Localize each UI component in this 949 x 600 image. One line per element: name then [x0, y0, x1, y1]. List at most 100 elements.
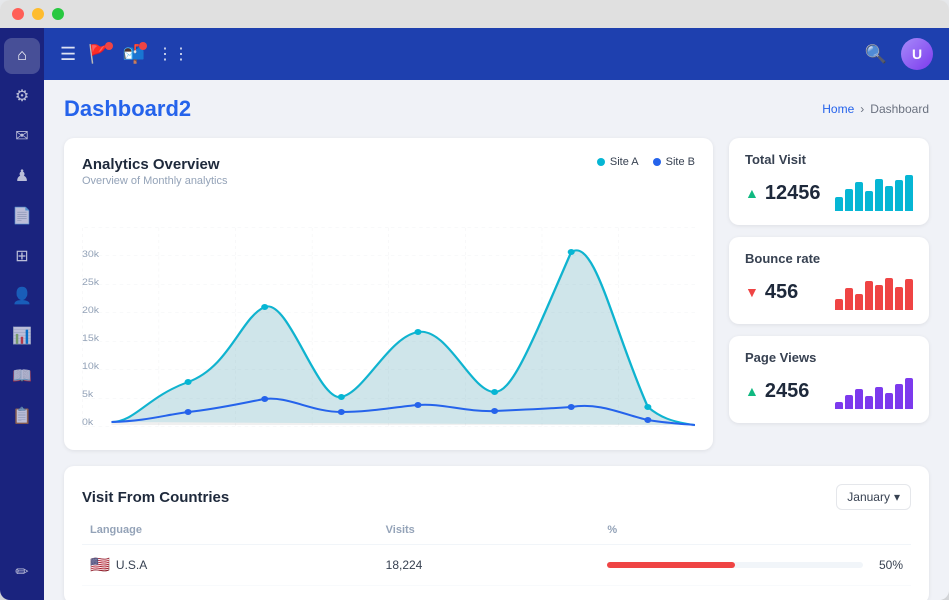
mini-bar-1	[835, 197, 843, 211]
chevron-down-icon: ▾	[894, 490, 900, 504]
mail-icon[interactable]: ✉	[4, 118, 40, 154]
mini-bar-3	[855, 182, 863, 211]
main-cards-row: Analytics Overview Overview of Monthly a…	[64, 138, 929, 450]
legend-site-b: Site B	[653, 156, 695, 168]
nav-flag-mail[interactable]: 📬	[123, 44, 145, 65]
document-icon[interactable]: 📄	[4, 198, 40, 234]
analytics-svg: 0k 5k 10k 15k 20k 25k 30k 1 2 3	[82, 227, 695, 427]
point-b-5	[414, 402, 421, 408]
svg-text:0k: 0k	[82, 418, 93, 427]
breadcrumb-home[interactable]: Home	[822, 102, 854, 116]
minimize-button[interactable]	[32, 8, 44, 20]
page-content: Dashboard2 Home › Dashboard Analytics Ov…	[44, 80, 949, 600]
col-header-language: Language	[90, 524, 386, 536]
stats-column: Total Visit ▲ 12456	[729, 138, 929, 450]
nav-flag-red[interactable]: 🚩	[88, 44, 110, 65]
percent-col-usa: 50%	[607, 558, 903, 572]
book-icon[interactable]: 📖	[4, 358, 40, 394]
mini-bar-b5	[875, 285, 883, 310]
breadcrumb-current: Dashboard	[870, 102, 929, 116]
mini-bar-b4	[865, 281, 873, 310]
stat-card-bounce-rate: Bounce rate ▼ 456	[729, 237, 929, 324]
point-b-8	[644, 417, 651, 423]
point-a-8	[644, 404, 651, 410]
sidebar: ⌂ ⚙ ✉ ♟ 📄 ⊞ 👤 📊 📖 📋 ✏	[0, 28, 44, 600]
stat-card-page-views: Page Views ▲ 2456	[729, 336, 929, 423]
mini-bar-b1	[835, 299, 843, 310]
user-avatar[interactable]: U	[901, 38, 933, 70]
apps-icon[interactable]: ⋮⋮	[157, 44, 189, 64]
point-a-3	[261, 304, 268, 310]
chart-icon[interactable]: 📊	[4, 318, 40, 354]
chart-legend: Site A Site B	[597, 156, 695, 168]
point-b-6	[491, 408, 498, 414]
stat-value-page-views: 2456	[765, 380, 810, 403]
legend-label-a: Site A	[610, 156, 639, 168]
breadcrumb-separator: ›	[860, 102, 864, 116]
point-b-3	[261, 396, 268, 402]
stat-label-page-views: Page Views	[745, 350, 913, 365]
chart-svg-area: 0k 5k 10k 15k 20k 25k 30k 1 2 3	[82, 227, 695, 432]
badge-dot-red	[105, 42, 113, 50]
percent-value-usa: 50%	[879, 558, 903, 572]
point-b-2	[185, 409, 192, 415]
svg-text:10k: 10k	[82, 362, 99, 372]
mini-bar-b8	[905, 279, 913, 310]
svg-text:15k: 15k	[82, 334, 99, 344]
stat-row-bounce-rate: ▼ 456	[745, 274, 913, 310]
mini-bar-b7	[895, 287, 903, 310]
mini-bar-v1	[835, 402, 843, 409]
table-column-headers: Language Visits %	[82, 524, 911, 545]
close-button[interactable]	[12, 8, 24, 20]
mini-bars-views	[835, 373, 913, 409]
mini-bar-v7	[895, 384, 903, 409]
visits-usa: 18,224	[386, 558, 608, 572]
mini-bar-v5	[875, 387, 883, 409]
grid-icon[interactable]: ⊞	[4, 238, 40, 274]
svg-text:25k: 25k	[82, 278, 99, 288]
month-select[interactable]: January ▾	[836, 484, 911, 510]
point-a-7	[568, 249, 575, 255]
country-name-usa: 🇺🇸 U.S.A	[90, 555, 386, 575]
progress-bar-usa	[607, 562, 735, 568]
stat-arrow-down-bounce: ▼	[745, 284, 759, 300]
maximize-button[interactable]	[52, 8, 64, 20]
table-header-row: Visit From Countries January ▾	[82, 484, 911, 510]
mini-bar-v3	[855, 389, 863, 409]
table-row: 🇺🇸 U.S.A 18,224 50%	[82, 545, 911, 586]
stat-value-bounce-rate: 456	[765, 281, 798, 304]
report-icon[interactable]: 📋	[4, 398, 40, 434]
point-a-6	[491, 389, 498, 395]
legend-dot-a	[597, 158, 605, 166]
stat-row-page-views: ▲ 2456	[745, 373, 913, 409]
progress-bar-wrap-usa	[607, 562, 863, 568]
mini-bar-v6	[885, 393, 893, 409]
svg-text:5k: 5k	[82, 390, 93, 400]
country-label-usa: U.S.A	[116, 558, 147, 572]
countries-table-card: Visit From Countries January ▾ Language …	[64, 466, 929, 600]
point-b-4	[338, 409, 345, 415]
mini-bar-v8	[905, 378, 913, 409]
point-a-5	[414, 329, 421, 335]
mini-bars-visit	[835, 175, 913, 211]
edit-icon[interactable]: ✏	[4, 554, 40, 590]
legend-label-b: Site B	[666, 156, 695, 168]
stat-arrow-up-views: ▲	[745, 383, 759, 399]
chart-subtitle: Overview of Monthly analytics	[82, 175, 228, 187]
team-icon[interactable]: 👤	[4, 278, 40, 314]
page-header: Dashboard2 Home › Dashboard	[64, 96, 929, 122]
col-header-percent: %	[607, 524, 903, 536]
hamburger-menu[interactable]: ☰	[60, 44, 76, 65]
settings-icon[interactable]: ⚙	[4, 78, 40, 114]
point-a-2	[185, 379, 192, 385]
search-icon[interactable]: 🔍	[865, 44, 887, 65]
mini-bar-v4	[865, 396, 873, 409]
home-icon[interactable]: ⌂	[4, 38, 40, 74]
users-icon[interactable]: ♟	[4, 158, 40, 194]
badge-dot-mail	[139, 42, 147, 50]
stat-row-total-visit: ▲ 12456	[745, 175, 913, 211]
stat-card-total-visit: Total Visit ▲ 12456	[729, 138, 929, 225]
mini-bar-5	[875, 179, 883, 211]
title-bar	[0, 0, 949, 28]
month-select-label: January	[847, 490, 890, 504]
